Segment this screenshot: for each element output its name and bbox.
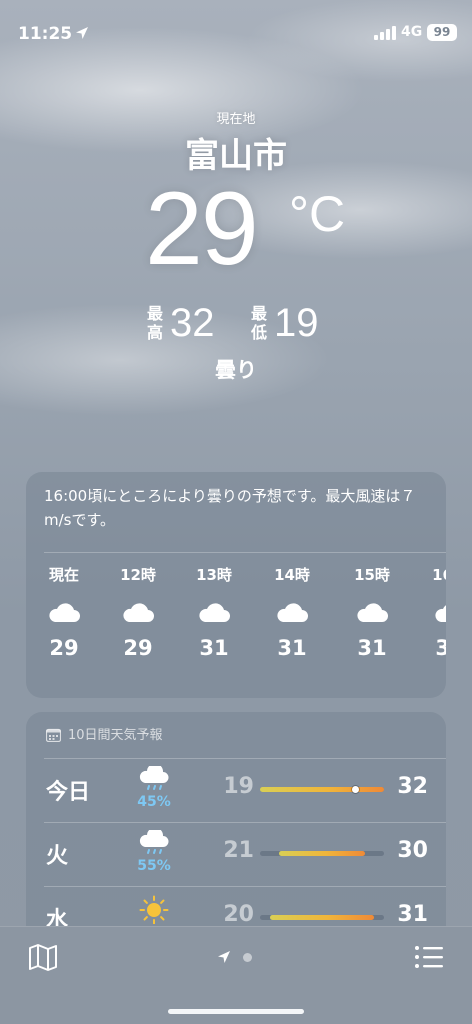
low-label-1: 最 xyxy=(250,304,267,323)
city-name: 富山市 xyxy=(185,136,287,176)
divider xyxy=(44,886,446,887)
high-label-1: 最 xyxy=(146,304,163,323)
hour-label: 15時 xyxy=(354,566,390,584)
hour-item: 16時 31 xyxy=(414,564,446,660)
hour-temp: 31 xyxy=(357,636,387,660)
hour-item: 15時 31 xyxy=(336,564,408,660)
hour-label: 13時 xyxy=(196,566,232,584)
divider xyxy=(44,552,446,553)
calendar-icon xyxy=(46,728,61,742)
status-time: 11:25 xyxy=(18,24,73,44)
temp-range-bar xyxy=(260,786,384,793)
location-label: 現在地 xyxy=(216,112,256,127)
page-indicator[interactable] xyxy=(216,947,260,967)
precip-chance: 45% xyxy=(137,794,171,810)
temp-range-bar xyxy=(260,851,384,856)
hour-label: 16時 xyxy=(432,566,446,584)
cloud-icon xyxy=(199,603,230,622)
rain-cloud-icon xyxy=(139,830,169,854)
forecast-summary: 16:00頃にところにより曇りの予想です。最大風速は７ m/sです。 xyxy=(44,487,416,529)
temp-range-fill xyxy=(269,915,375,920)
day-low: 20 xyxy=(223,902,254,927)
bottom-toolbar xyxy=(0,926,472,1024)
current-temperature: 29 °C xyxy=(145,174,365,294)
hour-temp: 29 xyxy=(49,636,79,660)
battery-icon: 99 xyxy=(427,24,457,41)
list-icon[interactable] xyxy=(414,944,444,970)
cloud-icon xyxy=(277,603,308,622)
day-low: 19 xyxy=(223,774,254,799)
status-bar: 11:25 4G 99 xyxy=(0,0,472,60)
hourly-forecast-card[interactable]: 16:00頃にところにより曇りの予想です。最大風速は７ m/sです。 現在 29 1… xyxy=(26,472,446,698)
hour-label: 14時 xyxy=(274,566,310,584)
ten-day-title: 10日間天気予報 xyxy=(68,728,163,743)
day-name: 今日 xyxy=(46,780,91,805)
day-high: 30 xyxy=(397,838,428,863)
home-indicator[interactable] xyxy=(168,1009,304,1014)
hour-temp: 29 xyxy=(123,636,153,660)
day-name: 火 xyxy=(46,844,69,869)
temperature-value: 29 xyxy=(145,171,259,287)
day-low: 21 xyxy=(223,838,254,863)
page-dot[interactable] xyxy=(243,953,252,962)
location-page-icon[interactable] xyxy=(216,949,232,965)
rain-cloud-icon xyxy=(139,766,169,790)
day-row[interactable]: 火 55% 21 30 xyxy=(26,822,446,884)
hour-item: 12時 29 xyxy=(102,564,174,660)
high-low: 最 高 32 最 低 19 xyxy=(0,300,472,346)
hour-label: 現在 xyxy=(48,566,79,584)
map-icon[interactable] xyxy=(28,943,58,971)
temp-range-bar xyxy=(260,915,384,920)
cloud-icon xyxy=(435,605,446,622)
hour-item: 14時 31 xyxy=(256,564,328,660)
hour-label: 12時 xyxy=(120,566,156,584)
divider xyxy=(44,822,446,823)
cloud-icon xyxy=(357,603,388,622)
day-row[interactable]: 今日 45% 19 32 xyxy=(26,758,446,820)
temp-range-fill xyxy=(260,787,384,792)
condition-text: 曇り xyxy=(215,358,257,382)
divider xyxy=(44,758,446,759)
hour-temp: 31 xyxy=(199,636,229,660)
temperature-unit: °C xyxy=(289,186,346,242)
cloud-icon xyxy=(123,603,154,622)
day-high: 31 xyxy=(397,902,428,927)
hour-item: 13時 31 xyxy=(178,564,250,660)
precip-chance: 55% xyxy=(137,858,171,874)
current-temp-marker xyxy=(351,786,359,793)
hour-temp: 31 xyxy=(435,636,446,660)
day-high: 32 xyxy=(397,774,428,799)
high-temp: 32 xyxy=(170,301,215,345)
low-label-2: 低 xyxy=(250,323,267,342)
high-label-2: 高 xyxy=(146,323,163,342)
cellular-signal-icon xyxy=(374,26,396,40)
sun-icon xyxy=(139,895,169,924)
location-arrow-icon xyxy=(76,27,88,39)
hour-temp: 31 xyxy=(277,636,307,660)
temp-range-fill xyxy=(279,851,365,856)
cloud-icon xyxy=(49,603,80,622)
low-temp: 19 xyxy=(274,301,319,345)
hour-item: 現在 29 xyxy=(28,564,100,660)
network-type: 4G xyxy=(401,24,423,40)
